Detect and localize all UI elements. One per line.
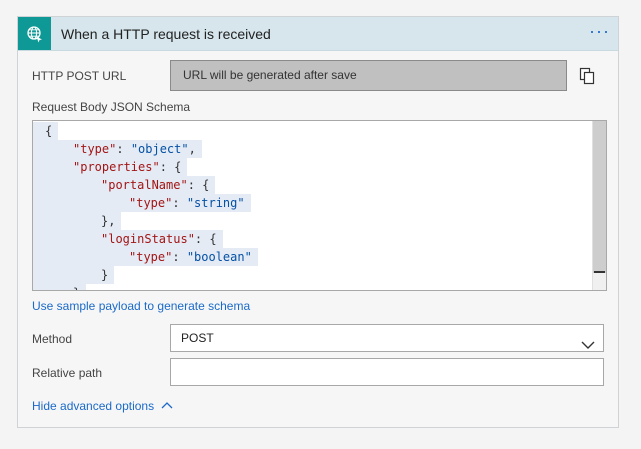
indent-guide bbox=[33, 122, 45, 140]
schema-code-line: } bbox=[33, 284, 591, 290]
schema-code-line: "properties": { bbox=[33, 158, 591, 176]
schema-code-line: "loginStatus": { bbox=[33, 230, 591, 248]
schema-code-line: "type": "boolean" bbox=[33, 248, 591, 266]
json-punctuation: : bbox=[172, 250, 187, 264]
schema-code[interactable]: {"type": "object", "properties": {"portal… bbox=[33, 121, 591, 290]
indent-guide bbox=[33, 284, 73, 290]
relative-path-input[interactable] bbox=[170, 358, 604, 386]
chevron-up-icon bbox=[161, 402, 173, 409]
schema-code-line: }, bbox=[33, 212, 591, 230]
schema-editor[interactable]: {"type": "object", "properties": {"portal… bbox=[32, 120, 607, 291]
advanced-options-toggle[interactable]: Hide advanced options bbox=[32, 399, 173, 413]
relative-path-label: Relative path bbox=[32, 366, 103, 380]
json-key: "type" bbox=[129, 196, 173, 210]
json-string-value: "string" bbox=[186, 196, 245, 210]
indent-guide bbox=[33, 230, 101, 248]
indent-guide bbox=[33, 248, 129, 266]
json-punctuation: : { bbox=[194, 232, 217, 246]
json-punctuation: } bbox=[73, 286, 80, 290]
schema-code-line: "type": "string" bbox=[33, 194, 591, 212]
trigger-title: When a HTTP request is received bbox=[61, 26, 271, 42]
json-punctuation: }, bbox=[101, 214, 116, 228]
method-select[interactable]: POST bbox=[170, 324, 604, 352]
indent-guide bbox=[33, 212, 101, 230]
method-label: Method bbox=[32, 332, 73, 346]
trigger-card: When a HTTP request is received ··· HTTP… bbox=[17, 16, 619, 428]
trigger-header[interactable]: When a HTTP request is received ··· bbox=[18, 17, 618, 51]
method-selected-value: POST bbox=[181, 331, 214, 345]
schema-code-line: { bbox=[33, 122, 591, 140]
json-key: "portalName" bbox=[101, 178, 188, 192]
schema-code-line: "portalName": { bbox=[33, 176, 591, 194]
json-key: "type" bbox=[73, 142, 117, 156]
json-punctuation: } bbox=[101, 268, 109, 282]
json-punctuation: : { bbox=[159, 160, 182, 174]
http-post-url-label: HTTP POST URL bbox=[32, 69, 127, 83]
json-key: "properties" bbox=[73, 160, 160, 174]
json-key: "type" bbox=[129, 250, 173, 264]
indent-guide bbox=[33, 140, 73, 158]
scrollbar-thumb[interactable] bbox=[593, 121, 606, 273]
advanced-options-label: Hide advanced options bbox=[32, 399, 155, 413]
json-punctuation: { bbox=[45, 124, 53, 138]
http-post-url-field: URL will be generated after save bbox=[170, 60, 567, 91]
json-string-value: "boolean" bbox=[186, 250, 252, 264]
json-punctuation: : { bbox=[187, 178, 210, 192]
json-string-value: "object" bbox=[130, 142, 189, 156]
sample-payload-link[interactable]: Use sample payload to generate schema bbox=[32, 299, 250, 313]
chevron-down-icon bbox=[581, 333, 595, 359]
schema-code-line: } bbox=[33, 266, 591, 284]
indent-guide bbox=[33, 158, 73, 176]
json-key: "loginStatus" bbox=[101, 232, 195, 246]
globe-request-icon bbox=[18, 17, 51, 50]
schema-scrollbar[interactable] bbox=[592, 121, 606, 290]
json-punctuation: : bbox=[172, 196, 187, 210]
copy-icon[interactable] bbox=[579, 67, 595, 85]
scrollbar-marker bbox=[594, 271, 605, 273]
indent-guide bbox=[33, 176, 101, 194]
indent-guide bbox=[33, 266, 101, 284]
schema-label: Request Body JSON Schema bbox=[32, 100, 191, 114]
json-punctuation: , bbox=[188, 142, 196, 156]
json-punctuation: : bbox=[116, 142, 131, 156]
indent-guide bbox=[33, 194, 129, 212]
schema-code-line: "type": "object", bbox=[33, 140, 591, 158]
more-options-button[interactable]: ··· bbox=[589, 21, 610, 42]
